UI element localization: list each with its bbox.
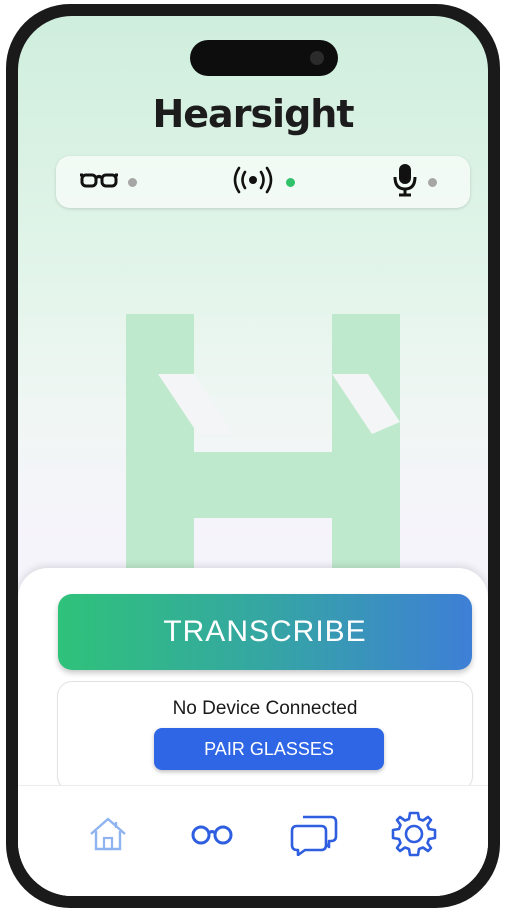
settings-icon [390, 810, 438, 862]
chat-icon [289, 812, 339, 860]
dynamic-island [190, 40, 338, 76]
microphone-status-dot [428, 177, 437, 187]
home-icon [86, 814, 130, 858]
watermark-logo [126, 314, 406, 604]
glasses-icon [190, 822, 234, 850]
nav-item-chat[interactable] [284, 806, 344, 866]
nav-item-settings[interactable] [384, 806, 444, 866]
nav-item-glasses[interactable] [182, 806, 242, 866]
device-card: No Device Connected PAIR GLASSES [58, 682, 472, 790]
bottom-sheet: TRANSCRIBE No Device Connected PAIR GLAS… [18, 568, 488, 896]
glasses-status [80, 156, 137, 208]
broadcast-icon [230, 166, 276, 198]
glasses-icon [80, 170, 118, 194]
transcribe-button[interactable]: TRANSCRIBE [58, 594, 472, 670]
nav-item-home[interactable] [78, 806, 138, 866]
microphone-status [392, 156, 437, 208]
phone-frame: Hearsight TRANSCRIBE No Device Connected… [6, 4, 500, 908]
connection-status-bar [56, 156, 470, 208]
device-status-text: No Device Connected [172, 698, 358, 719]
broadcast-status [230, 156, 295, 208]
camera-dot [310, 51, 324, 65]
glasses-status-dot [128, 177, 137, 187]
pair-glasses-button[interactable]: PAIR GLASSES [154, 728, 384, 770]
app-screen: Hearsight TRANSCRIBE No Device Connected… [18, 16, 488, 896]
broadcast-status-dot [286, 177, 295, 187]
microphone-icon [392, 163, 418, 201]
app-logo: Hearsight [152, 92, 354, 136]
bottom-nav [18, 785, 488, 896]
